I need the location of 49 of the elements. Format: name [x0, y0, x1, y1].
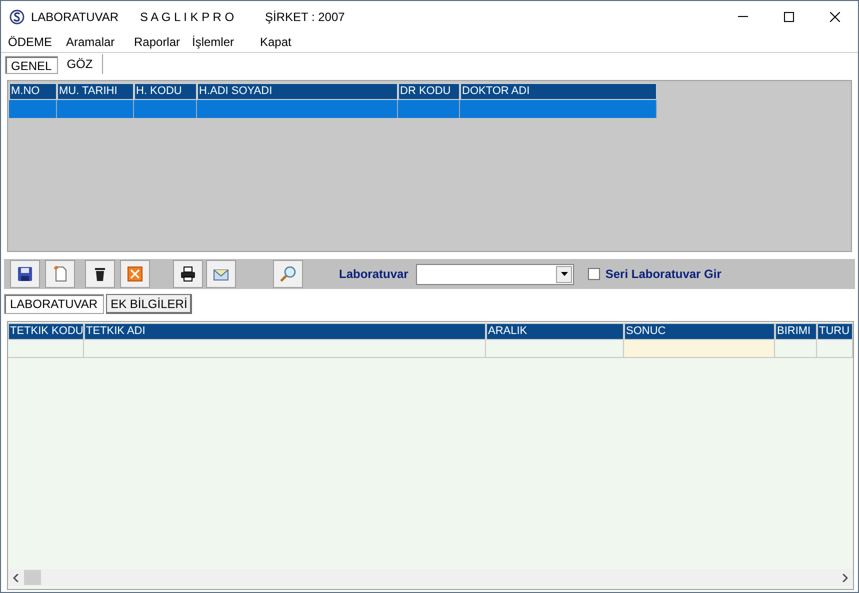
app-logo-icon — [9, 8, 25, 24]
checkbox-label: Seri Laboratuvar Gir — [605, 266, 722, 283]
column-header[interactable]: H.ADI SOYADI — [197, 83, 398, 100]
column-header[interactable]: ARALIK — [486, 323, 624, 340]
search-icon — [279, 265, 297, 283]
close-icon — [830, 12, 840, 22]
column-header[interactable]: H. KODU — [134, 83, 197, 100]
printer-button[interactable] — [173, 260, 203, 288]
company-label: ŞİRKET : 2007 — [265, 8, 345, 26]
scroll-left-icon — [13, 574, 19, 582]
laboratory-dropdown[interactable] — [416, 264, 574, 284]
scroll-thumb[interactable] — [24, 570, 41, 585]
printer-icon — [179, 265, 197, 283]
menu-item[interactable]: Aramalar — [66, 32, 134, 50]
scroll-right-icon — [842, 574, 848, 582]
column-header[interactable]: TURU — [817, 323, 853, 340]
menu-item[interactable]: İşlemler — [192, 32, 260, 50]
trash-button[interactable] — [85, 260, 115, 288]
tab[interactable]: GÖZ — [58, 54, 103, 74]
column-header[interactable]: M.NO — [9, 83, 57, 100]
window-title: LABORATUVAR — [31, 8, 120, 26]
menu-item[interactable]: Kapat — [260, 32, 300, 50]
tab[interactable]: LABORATUVAR — [4, 294, 104, 314]
horizontal-scrollbar[interactable] — [8, 569, 853, 586]
column-header[interactable]: DOKTOR ADI — [460, 83, 657, 100]
save-button[interactable] — [10, 260, 40, 288]
menu-item[interactable]: Raporlar — [134, 32, 192, 50]
dropdown-caret-icon — [560, 272, 568, 276]
new-document-button[interactable] — [45, 260, 75, 288]
cancel-button[interactable] — [120, 260, 150, 288]
new-document-icon — [51, 265, 69, 283]
menu-item[interactable]: ÖDEME — [8, 32, 66, 50]
envelope-button[interactable] — [206, 260, 236, 288]
search-button[interactable] — [273, 260, 303, 288]
tab[interactable]: GENEL — [5, 56, 58, 74]
save-icon — [16, 265, 34, 283]
column-header[interactable]: TETKIK KODU — [8, 323, 84, 340]
column-header[interactable]: DR KODU — [398, 83, 460, 100]
column-header[interactable]: MU. TARIHI — [57, 83, 134, 100]
checkbox[interactable] — [588, 268, 600, 280]
maximize-icon — [784, 12, 794, 22]
tab[interactable]: EK BİLGİLERİ — [106, 294, 192, 314]
column-header[interactable]: TETKIK ADI — [84, 323, 486, 340]
field-label: Laboratuvar — [339, 266, 408, 283]
minimize-icon — [738, 16, 748, 17]
column-header[interactable]: BIRIMI — [775, 323, 817, 340]
cancel-icon — [126, 265, 144, 283]
column-header[interactable]: SONUC — [624, 323, 775, 340]
app-brand: S A G L I K P R O — [140, 8, 236, 26]
